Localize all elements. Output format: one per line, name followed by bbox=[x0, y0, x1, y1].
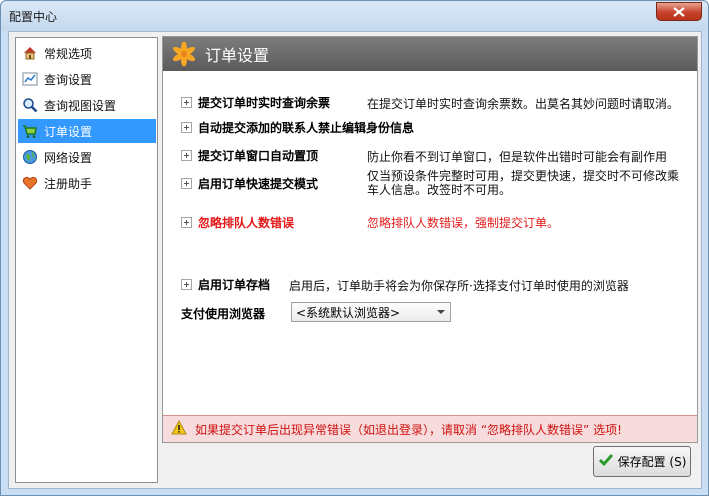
sidebar: 常规选项 查询设置 查询视图设置 订单设置 网络设置 注册助手 bbox=[15, 37, 158, 483]
expand-icon[interactable] bbox=[181, 177, 192, 189]
browser-label: 支付使用浏览器 bbox=[181, 307, 266, 321]
option-label: 启用订单快速提交模式 bbox=[198, 176, 319, 191]
window-title: 配置中心 bbox=[9, 10, 58, 24]
cart-icon bbox=[22, 123, 38, 139]
close-button[interactable] bbox=[656, 2, 702, 21]
heart-icon bbox=[22, 175, 38, 191]
expand-icon[interactable] bbox=[181, 121, 192, 133]
home-icon bbox=[22, 45, 38, 61]
warning-bar: 如果提交订单后出现异常错误（如退出登录），请取消 “忽略排队人数错误” 选项! bbox=[163, 415, 697, 442]
settings-panel: 订单设置 提交订单时实时查询余票 在提交订单时实时查询余票数。出莫名其妙问题时请… bbox=[162, 36, 698, 443]
title-bar[interactable]: 配置中心 bbox=[1, 1, 708, 31]
option-realtime-query[interactable]: 提交订单时实时查询余票 bbox=[181, 93, 330, 111]
save-button-label: 保存配置 (S) bbox=[617, 455, 687, 469]
sidebar-item-label: 注册助手 bbox=[44, 176, 93, 191]
option-window-topmost[interactable]: 提交订单窗口自动置顶 bbox=[181, 146, 318, 164]
option-lock-passenger-info[interactable]: 自动提交添加的联系人禁止编辑身份信息 bbox=[181, 118, 414, 136]
magnifier-icon bbox=[22, 97, 38, 113]
sidebar-item-label: 网络设置 bbox=[44, 150, 93, 165]
chart-icon bbox=[22, 71, 38, 87]
warning-icon bbox=[171, 419, 187, 438]
expand-icon[interactable] bbox=[181, 149, 192, 161]
option-fast-submit[interactable]: 启用订单快速提交模式 bbox=[181, 174, 318, 192]
sidebar-item-query-view[interactable]: 查询视图设置 bbox=[18, 93, 156, 117]
option-desc: 仅当预设条件完整时可用，提交更快速，提交时不可修改乘车人信息。改签时不可用。 bbox=[367, 169, 680, 197]
sidebar-item-register[interactable]: 注册助手 bbox=[18, 171, 156, 195]
option-desc: 忽略排队人数错误，强制提交订单。 bbox=[367, 216, 560, 230]
option-label: 提交订单窗口自动置顶 bbox=[198, 148, 319, 163]
option-desc: 在提交订单时实时查询余票数。出莫名其妙问题时请取消。 bbox=[367, 97, 680, 111]
sidebar-item-label: 查询设置 bbox=[44, 72, 93, 87]
warning-text: 如果提交订单后出现异常错误（如退出登录），请取消 “忽略排队人数错误” 选项! bbox=[195, 422, 622, 437]
sidebar-item-label: 查询视图设置 bbox=[44, 98, 117, 113]
sidebar-item-general[interactable]: 常规选项 bbox=[18, 41, 156, 65]
check-icon bbox=[598, 452, 614, 471]
option-desc: 防止你看不到订单窗口，但是软件出错时可能会有副作用 bbox=[367, 150, 668, 164]
option-label: 提交订单时实时查询余票 bbox=[198, 95, 331, 110]
client-area: 常规选项 查询设置 查询视图设置 订单设置 网络设置 注册助手 订单设置 提交订… bbox=[8, 31, 702, 489]
flower-icon bbox=[171, 41, 197, 67]
browser-select-value: <系统默认浏览器> bbox=[296, 305, 401, 320]
expand-icon[interactable] bbox=[181, 216, 192, 228]
option-label: 自动提交添加的联系人禁止编辑身份信息 bbox=[198, 120, 415, 135]
chevron-down-icon bbox=[437, 310, 445, 314]
expand-icon[interactable] bbox=[181, 96, 192, 108]
sidebar-item-network[interactable]: 网络设置 bbox=[18, 145, 156, 169]
option-desc: 启用后，订单助手将会为你保存所·选择支付订单时使用的浏览器 bbox=[289, 279, 629, 293]
sidebar-item-query[interactable]: 查询设置 bbox=[18, 67, 156, 91]
option-label: 启用订单存档 bbox=[198, 277, 271, 292]
option-order-archive[interactable]: 启用订单存档 bbox=[181, 275, 270, 293]
panel-header: 订单设置 bbox=[163, 37, 697, 71]
sidebar-item-order[interactable]: 订单设置 bbox=[18, 119, 156, 143]
sidebar-item-label: 订单设置 bbox=[44, 124, 93, 139]
panel-title: 订单设置 bbox=[205, 46, 270, 65]
option-label: 忽略排队人数错误 bbox=[198, 215, 295, 230]
globe-icon bbox=[22, 149, 38, 165]
close-icon bbox=[673, 6, 685, 17]
save-button[interactable]: 保存配置 (S) bbox=[593, 446, 691, 477]
config-window: 配置中心 常规选项 查询设置 查询视图设置 订单设置 网络设置 注册助手 订单设… bbox=[0, 0, 709, 496]
option-ignore-queue-error[interactable]: 忽略排队人数错误 bbox=[181, 213, 294, 231]
sidebar-item-label: 常规选项 bbox=[44, 46, 93, 61]
expand-icon[interactable] bbox=[181, 278, 192, 290]
browser-select[interactable]: <系统默认浏览器> bbox=[291, 302, 451, 322]
